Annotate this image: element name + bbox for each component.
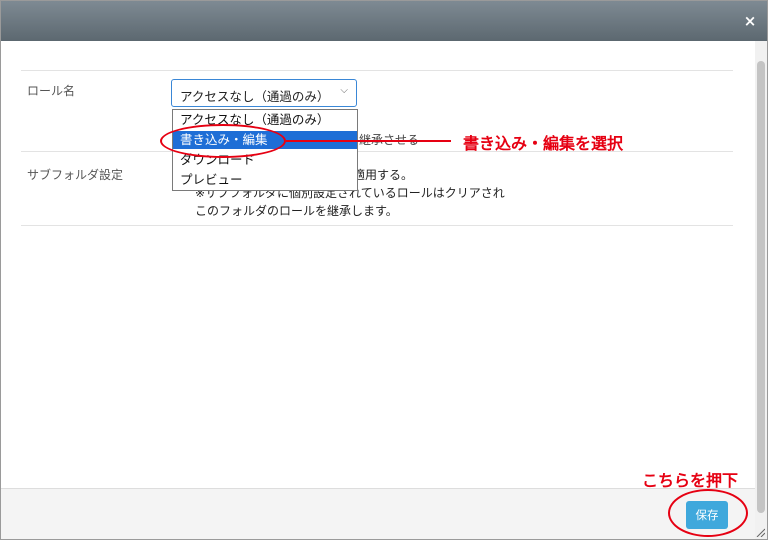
resize-grip-icon[interactable] <box>755 527 765 537</box>
dialog-titlebar: × <box>1 1 767 41</box>
scrollbar-thumb[interactable] <box>757 61 765 513</box>
annotation-ellipse-save <box>668 489 748 537</box>
annotation-leader-line <box>286 140 451 142</box>
subfolder-setting-label: サブフォルダ設定 <box>27 168 124 182</box>
role-select-value: アクセスなし（通過のみ） <box>180 89 330 104</box>
subfolder-text-line3: このフォルダのロールを継承します。 <box>195 204 398 218</box>
annotation-select-note: 書き込み・編集を選択 <box>463 134 624 153</box>
chevron-down-icon: ⌵ <box>340 85 348 96</box>
close-icon[interactable]: × <box>741 12 759 30</box>
dialog-footer <box>1 488 755 539</box>
form-top-divider <box>21 70 733 71</box>
annotation-save-note: こちらを押下 <box>642 471 739 490</box>
form-mid-divider <box>21 151 733 152</box>
vertical-scrollbar[interactable] <box>755 41 767 539</box>
role-name-label: ロール名 <box>27 84 76 98</box>
annotation-ellipse-option <box>160 124 286 158</box>
role-select[interactable]: アクセスなし（通過のみ） ⌵ <box>171 79 357 107</box>
option-preview[interactable]: プレビュー <box>173 171 357 189</box>
subfolder-text-line1: 適用する。 <box>353 168 414 182</box>
role-settings-dialog: × ロール名 アクセスなし（通過のみ） ⌵ 継承させる サブフォルダ設定 適用す… <box>0 0 768 540</box>
form-bottom-divider <box>21 225 733 226</box>
dialog-content <box>1 41 755 488</box>
